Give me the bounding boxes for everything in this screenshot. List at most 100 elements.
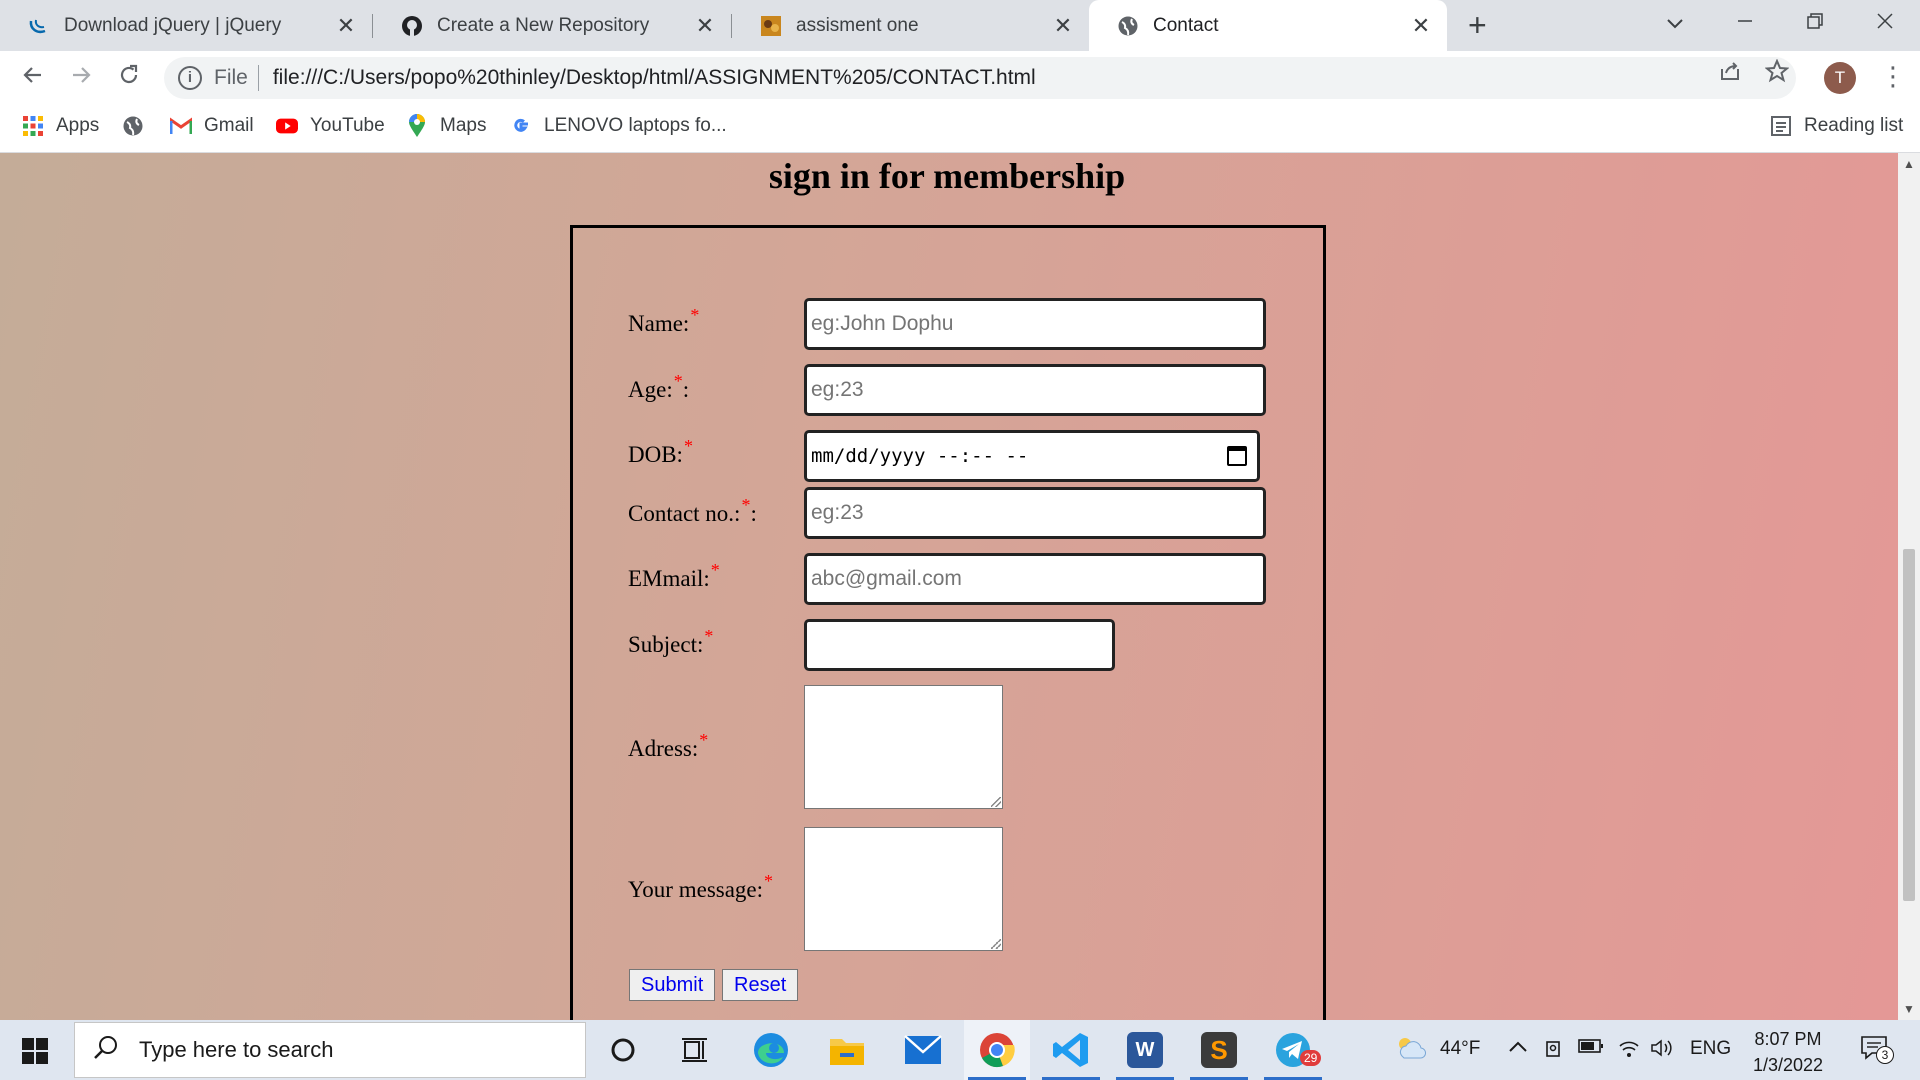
required-mark: * — [690, 305, 700, 325]
bookmark-label: Maps — [440, 115, 487, 136]
input-language[interactable]: ENG — [1690, 1038, 1731, 1060]
mail-icon[interactable] — [890, 1020, 956, 1080]
windows-start-icon[interactable] — [22, 1038, 48, 1064]
bookmark-gmail[interactable]: Gmail — [170, 115, 254, 137]
forward-arrow-icon[interactable] — [66, 63, 96, 94]
bookmark-label: Apps — [56, 115, 100, 136]
tab-assisment[interactable]: assisment one ✕ — [732, 0, 1089, 51]
vscode-icon[interactable] — [1038, 1020, 1104, 1080]
sublime-text-icon[interactable]: S — [1186, 1020, 1252, 1080]
share-icon[interactable] — [1718, 59, 1742, 90]
youtube-icon — [276, 115, 298, 137]
bookmark-globe[interactable] — [122, 115, 156, 137]
bookmark-label: Gmail — [204, 115, 254, 136]
submit-button[interactable]: Submit — [629, 969, 716, 1001]
required-mark: * — [764, 871, 774, 891]
tab-title: Contact — [1153, 14, 1219, 36]
address-textarea[interactable] — [804, 685, 1003, 809]
task-view-icon[interactable] — [662, 1020, 728, 1080]
required-mark: * — [683, 436, 693, 456]
bookmark-label: LENOVO laptops fo... — [544, 115, 727, 136]
apps-grid-icon — [22, 115, 44, 137]
word-icon[interactable]: W — [1112, 1020, 1178, 1080]
bookmark-youtube[interactable]: YouTube — [276, 115, 385, 137]
tab-title: Download jQuery | jQuery — [64, 14, 282, 36]
close-icon[interactable]: ✕ — [334, 13, 358, 39]
tab-search-icon[interactable] — [1666, 10, 1684, 36]
new-tab-button[interactable]: + — [1468, 8, 1487, 42]
minimize-icon[interactable] — [1736, 10, 1754, 36]
tab-jquery[interactable]: Download jQuery | jQuery ✕ — [0, 0, 372, 51]
system-clock[interactable]: 8:07 PM 1/3/2022 — [1738, 1026, 1838, 1078]
maps-pin-icon — [406, 114, 428, 137]
dob-label: DOB:* — [628, 436, 693, 467]
resize-handle-icon[interactable] — [991, 939, 1001, 949]
word-letter: W — [1127, 1032, 1163, 1068]
weather-icon[interactable] — [1394, 1034, 1427, 1066]
profile-avatar[interactable]: T — [1824, 62, 1856, 94]
close-icon[interactable]: ✕ — [1051, 13, 1075, 39]
message-label: Your message:* — [628, 871, 774, 902]
name-input[interactable] — [804, 298, 1266, 350]
tray-chevron-icon[interactable] — [1508, 1038, 1528, 1060]
resize-handle-icon[interactable] — [991, 797, 1001, 807]
chrome-icon[interactable] — [964, 1020, 1030, 1080]
close-icon[interactable]: ✕ — [693, 13, 717, 39]
sublime-letter: S — [1201, 1032, 1237, 1068]
bookmark-star-icon[interactable] — [1764, 58, 1790, 90]
reset-button[interactable]: Reset — [722, 969, 799, 1001]
volume-icon[interactable] — [1650, 1038, 1674, 1064]
battery-icon[interactable] — [1578, 1038, 1604, 1060]
weather-temp: 44°F — [1440, 1038, 1481, 1059]
bookmark-maps[interactable]: Maps — [406, 114, 487, 137]
page-scrollbar[interactable]: ▲ ▼ — [1898, 153, 1920, 1020]
search-icon — [93, 1034, 119, 1067]
bookmark-lenovo[interactable]: LENOVO laptops fo... — [510, 115, 727, 137]
back-arrow-icon[interactable] — [18, 63, 48, 94]
windows-taskbar: Type here to search W S 29 44°F ENG 8:07… — [0, 1020, 1920, 1080]
scroll-up-icon[interactable]: ▲ — [1898, 157, 1920, 171]
email-input[interactable] — [804, 553, 1266, 605]
restore-icon[interactable] — [1806, 10, 1824, 36]
info-icon[interactable]: i — [178, 66, 202, 90]
jquery-icon — [28, 15, 50, 37]
address-label: Adress:* — [628, 730, 709, 761]
required-mark: * — [710, 560, 720, 580]
close-icon[interactable]: ✕ — [1409, 13, 1433, 39]
required-mark: * — [673, 371, 683, 391]
file-explorer-icon[interactable] — [814, 1020, 880, 1080]
reading-list[interactable]: Reading list — [1770, 115, 1903, 137]
age-input[interactable] — [804, 364, 1266, 416]
subject-input[interactable] — [804, 619, 1115, 671]
cortana-icon[interactable] — [590, 1020, 656, 1080]
meet-icon[interactable] — [1544, 1038, 1564, 1066]
bookmark-apps[interactable]: Apps — [22, 115, 99, 137]
wifi-icon[interactable] — [1618, 1038, 1640, 1064]
reload-icon[interactable] — [114, 63, 144, 94]
email-label: EMmail:* — [628, 560, 720, 591]
url-text[interactable]: file:///C:/Users/popo%20thinley/Desktop/… — [273, 66, 1036, 90]
tab-github[interactable]: Create a New Repository ✕ — [373, 0, 731, 51]
edge-icon[interactable] — [738, 1020, 804, 1080]
github-icon — [401, 15, 423, 37]
telegram-badge: 29 — [1300, 1050, 1322, 1066]
page-viewport: sign in for membership Name:* Age:*: DOB… — [0, 153, 1898, 1020]
search-placeholder: Type here to search — [139, 1037, 334, 1062]
menu-kebab-icon[interactable]: ⋮ — [1880, 61, 1906, 92]
scrollbar-thumb[interactable] — [1903, 549, 1915, 901]
notifications-icon[interactable]: 3 — [1860, 1034, 1894, 1068]
dob-datetime-input[interactable]: mm/dd/yyyy --:-- -- — [804, 430, 1260, 482]
image-favicon — [760, 15, 782, 37]
address-bar[interactable]: i File file:///C:/Users/popo%20thinley/D… — [164, 57, 1796, 99]
message-textarea[interactable] — [804, 827, 1003, 951]
tab-contact[interactable]: Contact ✕ — [1089, 0, 1447, 51]
window-close-icon[interactable] — [1876, 10, 1894, 36]
scroll-down-icon[interactable]: ▼ — [1898, 1002, 1920, 1016]
reading-list-label: Reading list — [1804, 115, 1904, 136]
address-divider — [257, 65, 259, 91]
contact-input[interactable] — [804, 487, 1266, 539]
name-label: Name:* — [628, 305, 700, 336]
telegram-icon[interactable]: 29 — [1260, 1020, 1326, 1080]
taskbar-search[interactable]: Type here to search — [74, 1022, 586, 1078]
calendar-icon[interactable] — [1227, 446, 1247, 466]
